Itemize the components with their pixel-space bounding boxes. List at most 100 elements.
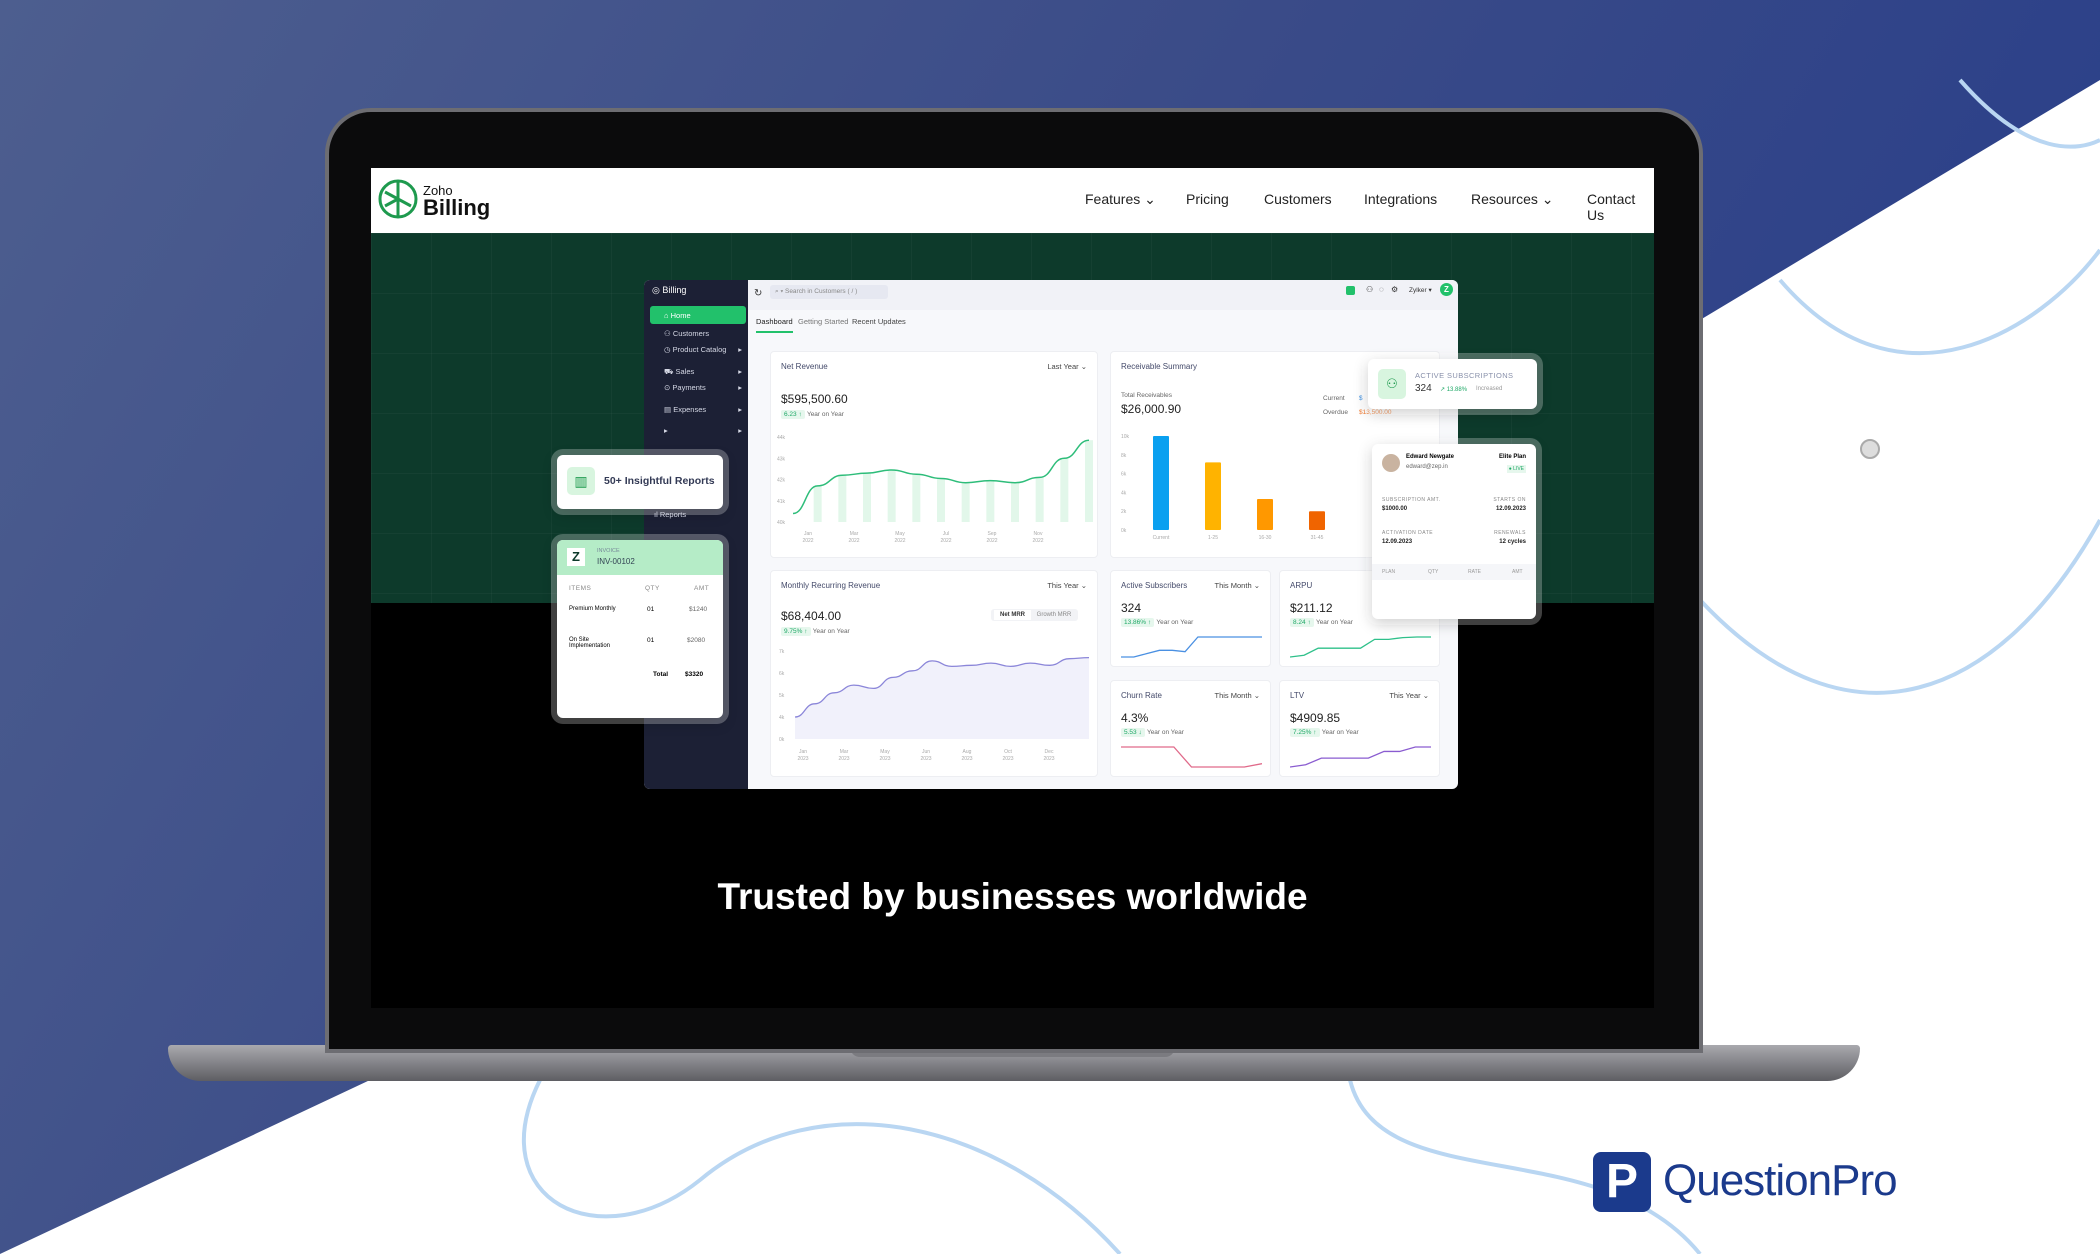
nav-contact[interactable]: Contact Us: [1587, 191, 1654, 223]
revenue-bar: [813, 485, 822, 522]
plan-table-header: PLAN QTY RATE AMT: [1372, 564, 1536, 580]
current-value: $: [1359, 395, 1363, 402]
sidebar-icon: ⌂: [664, 311, 669, 320]
x-tick: Mar: [840, 749, 849, 755]
subscriptions-label: ACTIVE SUBSCRIPTIONS: [1415, 371, 1514, 380]
headline: Trusted by businesses worldwide: [717, 876, 1308, 917]
gear-icon[interactable]: ⚙: [1391, 285, 1398, 294]
x-tick-year: 2023: [879, 756, 890, 762]
period-dropdown[interactable]: This Month ⌄: [1215, 691, 1260, 700]
sidebar-item[interactable]: ▤ Expenses ▸: [650, 400, 746, 418]
sparkline-line: [1121, 636, 1262, 658]
invoice-amt: $1240: [689, 606, 708, 613]
sidebar-item-reports[interactable]: ıl Reports: [654, 510, 686, 519]
revenue-bar: [1035, 477, 1044, 522]
field-value: 12.09.2023: [1495, 506, 1526, 512]
nav-resources[interactable]: Resources ⌄: [1471, 191, 1554, 208]
status-badge: ● LIVE: [1506, 465, 1526, 473]
nav-integrations[interactable]: Integrations: [1364, 191, 1437, 207]
chevron-right-icon: ▸: [738, 345, 742, 354]
period-dropdown[interactable]: This Year ⌄: [1389, 691, 1429, 700]
search-input[interactable]: ⌕ ▾ Search in Customers ( / ): [770, 285, 888, 299]
x-tick: Aug: [963, 749, 972, 755]
card-title: Receivable Summary: [1121, 362, 1198, 371]
nav-features[interactable]: Features ⌄: [1085, 191, 1156, 208]
x-tick-year: 2023: [1043, 756, 1054, 762]
x-tick: 31-45: [1311, 535, 1324, 541]
y-tick: 42k: [777, 478, 786, 484]
reports-label: 50+ Insightful Reports: [604, 475, 715, 487]
change-label: Year on Year: [1146, 729, 1184, 736]
x-tick-year: 2022: [986, 538, 997, 544]
org-switcher[interactable]: Zylker ▾: [1409, 286, 1432, 294]
receivable-bar: [1153, 436, 1169, 530]
user-avatar-icon[interactable]: [1860, 439, 1880, 459]
customer-avatar: [1382, 454, 1400, 472]
sidebar-item[interactable]: ▸ ▸: [650, 421, 746, 439]
change-label: Year on Year: [806, 411, 844, 418]
net-mrr-toggle[interactable]: Net MRR: [994, 610, 1031, 620]
bell-icon[interactable]: ◌: [1379, 285, 1384, 294]
period-dropdown[interactable]: Last Year ⌄: [1047, 362, 1087, 371]
sidebar-item[interactable]: ⌂ Home: [650, 306, 746, 324]
tab-dashboard[interactable]: Dashboard: [756, 317, 793, 333]
mrr-area: [795, 657, 1089, 739]
sidebar-item[interactable]: ◷ Product Catalog ▸: [650, 340, 746, 358]
avatar[interactable]: Z: [1440, 283, 1453, 296]
site-header: Zoho Billing Features ⌄ Pricing Customer…: [371, 168, 1654, 233]
add-icon[interactable]: [1346, 286, 1355, 295]
total-label: Total: [653, 671, 669, 678]
growth-mrr-toggle[interactable]: Growth MRR: [1033, 610, 1076, 620]
questionpro-p-icon: P: [1593, 1152, 1651, 1212]
y-tick: 4k: [779, 715, 785, 721]
x-tick: Nov: [1034, 531, 1043, 537]
field-label: SUBSCRIPTION AMT.: [1382, 497, 1441, 503]
x-tick: 1-25: [1208, 535, 1218, 541]
bar-chart-icon: ▥: [567, 467, 595, 495]
customer-card: Edward Newgate edward@zep.in Elite Plan …: [1372, 444, 1536, 619]
sparkline: [1121, 636, 1262, 658]
col-items: ITEMS: [569, 585, 592, 592]
sidebar-icon: ◷: [664, 345, 671, 354]
nav-pricing[interactable]: Pricing: [1186, 191, 1229, 207]
revenue-bar: [863, 473, 871, 522]
net-revenue-chart: 44k43k42k41k40kJan2022Mar2022May2022Jul2…: [777, 435, 1093, 544]
revenue-bar: [1060, 458, 1069, 522]
period-label: This Year: [1389, 691, 1421, 700]
x-tick-year: 2023: [920, 756, 931, 762]
chevron-right-icon: ▸: [738, 367, 742, 376]
invoice-qty: 01: [647, 606, 655, 613]
field-label: ACTIVATION DATE: [1382, 530, 1434, 536]
invoice-header: Z INVOICE INV-00102: [557, 540, 723, 575]
x-tick: Jul: [943, 531, 949, 537]
mrr-value: $68,404.00: [781, 609, 842, 623]
net-revenue-card: Net Revenue Last Year ⌄ $595,500.60 6.23…: [770, 351, 1098, 558]
user-icon: ⚇: [1378, 369, 1406, 399]
period-dropdown[interactable]: This Month ⌄: [1215, 581, 1260, 590]
metric-value: $4909.85: [1290, 711, 1341, 725]
nav-customers[interactable]: Customers: [1264, 191, 1332, 207]
refresh-icon[interactable]: ↻: [754, 288, 762, 299]
sidebar-item[interactable]: ⊙ Payments ▸: [650, 378, 746, 396]
mrr-chart: 7k6k5k4k0kJan2023Mar2023May2023Jun2023Au…: [779, 649, 1090, 762]
x-tick-year: 2022: [894, 538, 905, 544]
total-receivables-label: Total Receivables: [1121, 392, 1172, 399]
revenue-bar: [838, 475, 847, 522]
period-dropdown[interactable]: This Year ⌄: [1047, 581, 1087, 590]
tab-recent-updates[interactable]: Recent Updates: [852, 317, 906, 326]
app-name: ◎ Billing: [652, 285, 687, 295]
metric-value: $211.12: [1290, 601, 1333, 615]
x-tick-year: 2023: [1002, 756, 1013, 762]
sparkline-line: [1121, 746, 1262, 768]
user-icon[interactable]: ⚇: [1366, 285, 1373, 294]
metric-value: 4.3%: [1121, 711, 1149, 725]
overdue-label: Overdue: [1323, 409, 1348, 416]
sidebar-item-label: Expenses: [673, 405, 707, 414]
sparkline-line: [1290, 746, 1431, 768]
chevron-right-icon: ▸: [738, 383, 742, 392]
change-label: Year on Year: [1321, 729, 1359, 736]
tab-getting-started[interactable]: Getting Started: [798, 317, 848, 326]
sidebar-item-label: Sales: [675, 367, 695, 376]
nav-label: Features: [1085, 191, 1141, 207]
search-placeholder: Search in Customers ( / ): [784, 288, 858, 295]
